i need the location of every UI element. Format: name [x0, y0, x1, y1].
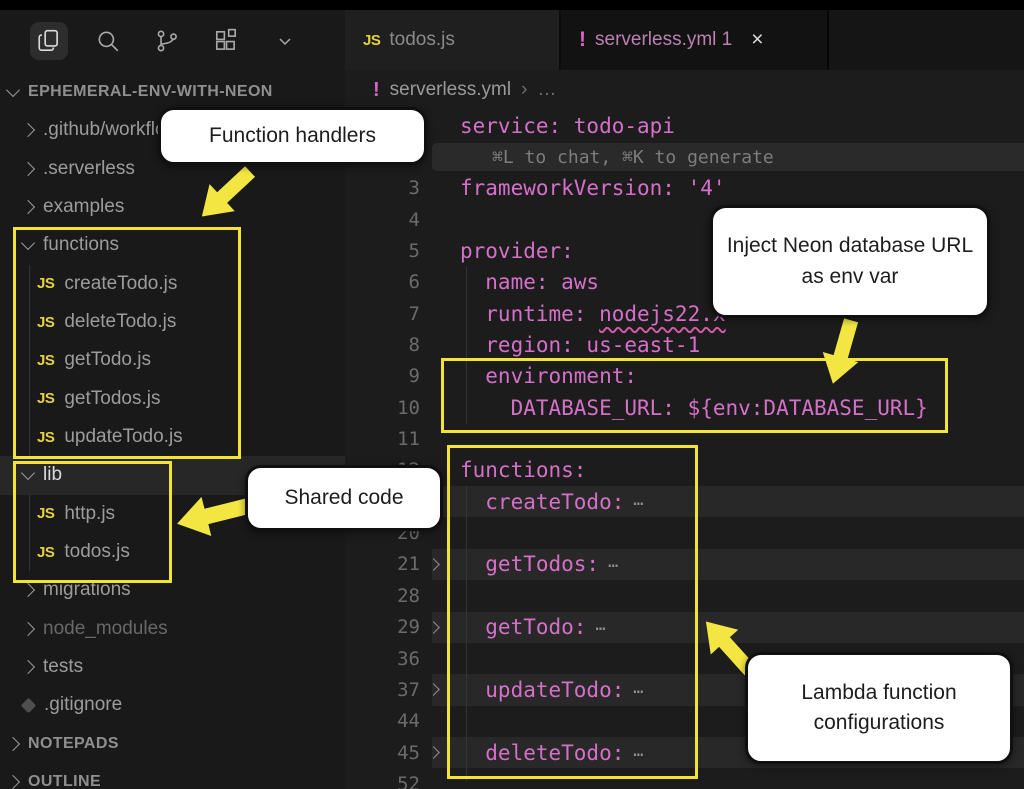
activity-bar: [0, 10, 375, 72]
workspace-label: EPHEMERAL-ENV-WITH-NEON: [28, 83, 273, 101]
line-number: 45: [345, 742, 420, 764]
fold-chevron-icon[interactable]: [420, 685, 446, 694]
code-text-warning: nodejs22.x: [599, 302, 725, 326]
sidebar-section-outline[interactable]: OUTLINE: [0, 763, 345, 789]
chevron-right-icon: [21, 123, 35, 137]
code-line-8[interactable]: 8 region: us-east-1: [345, 329, 1024, 360]
fold-chevron-icon[interactable]: [420, 748, 446, 757]
breadcrumb-file[interactable]: serverless.yml: [390, 79, 511, 101]
code-text: name: aws: [446, 270, 599, 294]
line-number: 5: [345, 240, 420, 262]
callout-shared-code: Shared code: [245, 465, 443, 531]
line-number: 37: [345, 679, 420, 701]
tree-item-examples[interactable]: examples: [0, 188, 345, 226]
tab-label: todos.js: [389, 29, 454, 51]
tree-item-label: .gitignore: [44, 694, 122, 716]
code-text: frameworkVersion: '4': [446, 176, 726, 200]
line-number: 3: [345, 177, 420, 199]
more-chevron-icon[interactable]: [266, 22, 304, 60]
line-number: 36: [345, 648, 420, 670]
line-number: 8: [345, 334, 420, 356]
tab-bar-empty-space: [827, 10, 1024, 70]
code-text: runtime: nodejs22.x: [446, 302, 726, 326]
tab-bar: JS todos.js! serverless.yml 1 ×: [345, 10, 1024, 70]
ai-inline-hint: ⌘L to chat, ⌘K to generate: [432, 143, 1024, 170]
source-control-icon[interactable]: [148, 22, 186, 60]
tab-todos-js[interactable]: JS todos.js: [345, 10, 559, 70]
chevron-right-icon: [6, 775, 20, 789]
tree-item-label: node_modules: [43, 618, 168, 640]
chevron-down-icon: [6, 83, 20, 97]
code-line-2[interactable]: 2⌘L to chat, ⌘K to generate: [345, 141, 1024, 172]
line-number: 44: [345, 710, 420, 732]
line-number: 29: [345, 616, 420, 638]
tab-serverless-yml-1[interactable]: ! serverless.yml 1 ×: [561, 10, 827, 70]
fold-chevron-icon[interactable]: [420, 623, 446, 632]
chevron-right-icon: [427, 746, 440, 759]
warning-icon: !: [373, 79, 380, 102]
chevron-right-icon: [21, 660, 35, 674]
line-number: 28: [345, 585, 420, 607]
breadcrumb-tail[interactable]: …: [537, 79, 556, 101]
chevron-right-icon: [427, 683, 440, 696]
annotation-box-functions-config: [447, 445, 698, 779]
fold-chevron-icon[interactable]: [420, 560, 446, 569]
sidebar-section-notepads[interactable]: NOTEPADS: [0, 725, 345, 763]
chevron-right-icon: [21, 622, 35, 636]
warning-icon: !: [579, 28, 586, 52]
close-icon[interactable]: ×: [751, 28, 763, 52]
annotation-box-lib-folder: [13, 461, 172, 583]
code-text: region: us-east-1: [446, 333, 700, 357]
search-icon[interactable]: [89, 22, 127, 60]
line-number: 11: [345, 428, 420, 450]
tree-item-label: tests: [43, 656, 83, 678]
gitignore-file-icon: [21, 698, 37, 714]
window-title-bar: [0, 0, 1024, 10]
section-label: NOTEPADS: [28, 735, 119, 753]
line-number: 9: [345, 365, 420, 387]
chevron-right-icon: [427, 558, 440, 571]
section-label: OUTLINE: [28, 773, 101, 789]
chevron-right-icon: [21, 200, 35, 214]
tab-label: serverless.yml 1: [595, 29, 732, 51]
code-line-1[interactable]: 1service: todo-api: [345, 110, 1024, 141]
app-window: EPHEMERAL-ENV-WITH-NEON.github/workflows…: [0, 0, 1024, 789]
tree-item--gitignore[interactable]: .gitignore: [0, 686, 345, 724]
tree-item-node-modules[interactable]: node_modules: [0, 610, 345, 648]
annotation-box-functions-folder: [13, 227, 241, 459]
line-number: 7: [345, 303, 420, 325]
chevron-right-icon: [21, 162, 35, 176]
line-number: 21: [345, 553, 420, 575]
code-text: provider:: [446, 239, 574, 263]
line-number: 10: [345, 397, 420, 419]
breadcrumb-separator: ›: [521, 79, 527, 101]
line-number: 52: [345, 773, 420, 789]
line-number: 6: [345, 271, 420, 293]
chevron-right-icon: [427, 621, 440, 634]
callout-lambda-config: Lambda function configurations: [745, 652, 1013, 764]
callout-function-handlers: Function handlers: [158, 107, 427, 165]
extensions-icon[interactable]: [207, 22, 245, 60]
breadcrumb[interactable]: ! serverless.yml › …: [345, 70, 1024, 110]
tree-item-tests[interactable]: tests: [0, 648, 345, 686]
chevron-right-icon: [21, 583, 35, 597]
tree-item-label: .serverless: [43, 158, 135, 180]
js-file-icon: JS: [363, 32, 380, 49]
chevron-right-icon: [6, 737, 20, 751]
tree-item-label: examples: [43, 196, 124, 218]
code-text: service: todo-api: [446, 114, 675, 138]
callout-inject-neon: Inject Neon database URL as env var: [710, 205, 990, 318]
explorer-icon[interactable]: [30, 22, 68, 60]
annotation-box-environment: [441, 358, 948, 433]
code-line-3[interactable]: 3 frameworkVersion: '4': [345, 173, 1024, 204]
line-number: 4: [345, 209, 420, 231]
workspace-header[interactable]: EPHEMERAL-ENV-WITH-NEON: [0, 73, 345, 111]
